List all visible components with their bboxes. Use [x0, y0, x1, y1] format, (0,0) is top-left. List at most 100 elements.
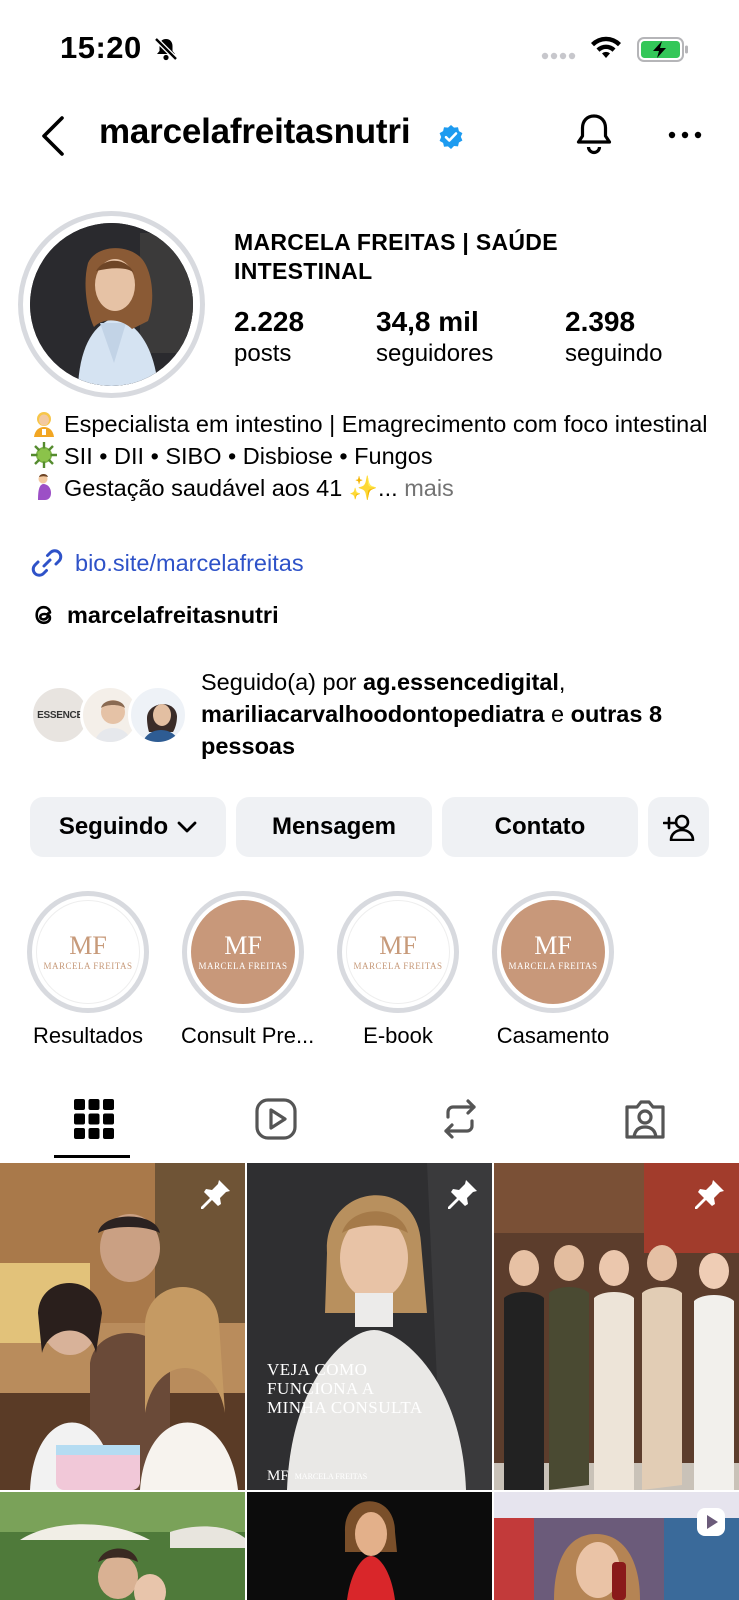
highlight-label: Casamento: [496, 1023, 610, 1048]
follower-avatar-essence-text: ESSENCE: [37, 709, 83, 721]
highlight-cover: MF MARCELA FREITAS: [191, 900, 295, 1004]
highlight-casamento[interactable]: MF MARCELA FREITAS Casamento: [491, 891, 615, 1049]
followed-by-user-1: ag.essencedigital: [363, 669, 559, 695]
post-6[interactable]: [494, 1492, 739, 1600]
highlight-consult[interactable]: MF MARCELA FREITAS Consult Pre...: [181, 891, 315, 1049]
wifi-icon: [591, 36, 621, 58]
add-person-icon: [662, 814, 694, 841]
bio-more-link[interactable]: mais: [404, 475, 454, 501]
post-2-caption-line-2: FUNCIONA A: [267, 1379, 375, 1398]
battery-charging-icon: [637, 37, 688, 62]
reel-icon: [697, 1508, 725, 1536]
post-2-caption: VEJA COMO FUNCIONA A MINHA CONSULTA: [267, 1360, 423, 1417]
bio-link[interactable]: bio.site/marcelafreitas: [30, 546, 304, 580]
highlight-cover: MF MARCELA FREITAS: [501, 900, 605, 1004]
post-2-caption-line-1: VEJA COMO: [267, 1360, 368, 1379]
pinned-icon: [448, 1180, 477, 1209]
followed-by-text[interactable]: Seguido(a) por ag.essencedigital, marili…: [201, 666, 711, 762]
post-1[interactable]: [0, 1163, 245, 1490]
bio-line-3: Gestação saudável aos 41 ✨...: [64, 475, 398, 501]
chevron-down-icon: [177, 821, 197, 833]
highlight-logo: MF: [224, 931, 262, 960]
pinned-icon: [695, 1180, 724, 1209]
profile-full-name: MARCELA FREITAS | SAÚDE INTESTINAL: [234, 229, 558, 284]
highlight-cover: MF MARCELA FREITAS: [36, 900, 140, 1004]
message-button-label: Mensagem: [271, 813, 397, 840]
highlight-cover: MF MARCELA FREITAS: [346, 900, 450, 1004]
pinned-icon: [201, 1180, 230, 1209]
back-chevron-icon[interactable]: [38, 114, 68, 158]
followed-by-and: e: [550, 701, 565, 727]
highlight-label: Resultados: [32, 1023, 144, 1048]
pregnant-woman-emoji-icon: [38, 474, 51, 500]
post-2-image: [247, 1163, 492, 1490]
notification-bell-icon[interactable]: [572, 112, 616, 158]
microbe-emoji-icon: [31, 442, 57, 468]
bio-line-1: Especialista em intestino | Emagreciment…: [64, 411, 708, 437]
post-5-image: [247, 1492, 492, 1600]
stat-posts-value: 2.228: [234, 306, 305, 337]
more-options-icon[interactable]: [667, 128, 703, 142]
highlight-ring: MF MARCELA FREITAS: [182, 891, 304, 1013]
health-worker-emoji-icon: [34, 412, 54, 437]
post-4[interactable]: [0, 1492, 245, 1600]
post-2[interactable]: VEJA COMO FUNCIONA A MINHA CONSULTA MF M…: [247, 1163, 492, 1490]
highlight-ebook[interactable]: MF MARCELA FREITAS E-book: [336, 891, 460, 1049]
post-2-footer-text: MARCELA FREITAS: [294, 1472, 368, 1481]
stat-following[interactable]: 2.398 seguindo: [565, 305, 662, 369]
contact-button-label: Contato: [494, 813, 586, 840]
followed-by-user-2: mariliacarvalhoodontopediatra: [201, 701, 545, 727]
bio-link-text[interactable]: bio.site/marcelafreitas: [75, 550, 304, 577]
post-5[interactable]: [247, 1492, 492, 1600]
highlight-label: E-book: [363, 1023, 433, 1048]
post-2-caption-line-3: MINHA CONSULTA: [267, 1398, 423, 1417]
stat-followers-value: 34,8 mil: [376, 306, 479, 337]
verified-badge-icon: [439, 125, 463, 149]
follower-avatar-3: [128, 685, 188, 745]
active-tab-indicator: [54, 1155, 130, 1158]
reels-icon[interactable]: [254, 1097, 298, 1141]
following-button[interactable]: Seguindo: [30, 797, 226, 857]
stat-posts-label: posts: [234, 340, 292, 367]
status-time: 15:20: [60, 30, 142, 65]
post-3-image: [494, 1163, 739, 1490]
threads-username[interactable]: marcelafreitasnutri: [67, 602, 279, 629]
bio-line-2: SII • DII • SIBO • Disbiose • Fungos: [64, 443, 433, 469]
highlight-logo-sub: MARCELA FREITAS: [198, 961, 288, 971]
following-button-label: Seguindo: [58, 813, 169, 840]
post-1-image: [0, 1163, 245, 1490]
highlight-logo: MF: [69, 931, 107, 960]
highlight-ring: MF MARCELA FREITAS: [27, 891, 149, 1013]
highlight-ring: MF MARCELA FREITAS: [337, 891, 459, 1013]
stat-followers[interactable]: 34,8 mil seguidores: [376, 305, 493, 369]
post-2-footer: MF MARCELA FREITAS: [267, 1468, 368, 1484]
highlight-logo-sub: MARCELA FREITAS: [508, 961, 598, 971]
highlight-logo-sub: MARCELA FREITAS: [43, 961, 133, 971]
tagged-icon[interactable]: [623, 1097, 667, 1141]
profile-bio: Especialista em intestino | Emagreciment…: [30, 408, 710, 504]
post-4-image: [0, 1492, 245, 1600]
stat-following-value: 2.398: [565, 306, 636, 337]
reposts-icon[interactable]: [438, 1097, 482, 1141]
threads-badge[interactable]: marcelafreitasnutri: [30, 601, 279, 629]
followed-by-sep: ,: [558, 669, 566, 695]
grid-icon[interactable]: [72, 1097, 116, 1141]
threads-icon: [35, 605, 52, 625]
followed-by-avatars[interactable]: ESSENCE: [30, 685, 190, 745]
suggested-users-button[interactable]: [648, 797, 709, 857]
highlight-resultados[interactable]: MF MARCELA FREITAS Resultados: [26, 891, 150, 1049]
signal-icon: [541, 52, 576, 60]
highlight-logo: MF: [379, 931, 417, 960]
post-3[interactable]: [494, 1163, 739, 1490]
stat-following-label: seguindo: [565, 340, 663, 367]
stat-posts[interactable]: 2.228 posts: [234, 305, 304, 369]
header-username: marcelafreitasnutri: [99, 112, 411, 151]
highlight-label: Consult Pre...: [181, 1023, 315, 1048]
profile-photo: [30, 223, 193, 386]
profile-avatar[interactable]: [18, 211, 205, 398]
followed-by-prefix: Seguido(a) por: [201, 669, 357, 695]
highlight-ring: MF MARCELA FREITAS: [492, 891, 614, 1013]
contact-button[interactable]: Contato: [442, 797, 638, 857]
message-button[interactable]: Mensagem: [236, 797, 432, 857]
link-icon: [31, 549, 63, 577]
